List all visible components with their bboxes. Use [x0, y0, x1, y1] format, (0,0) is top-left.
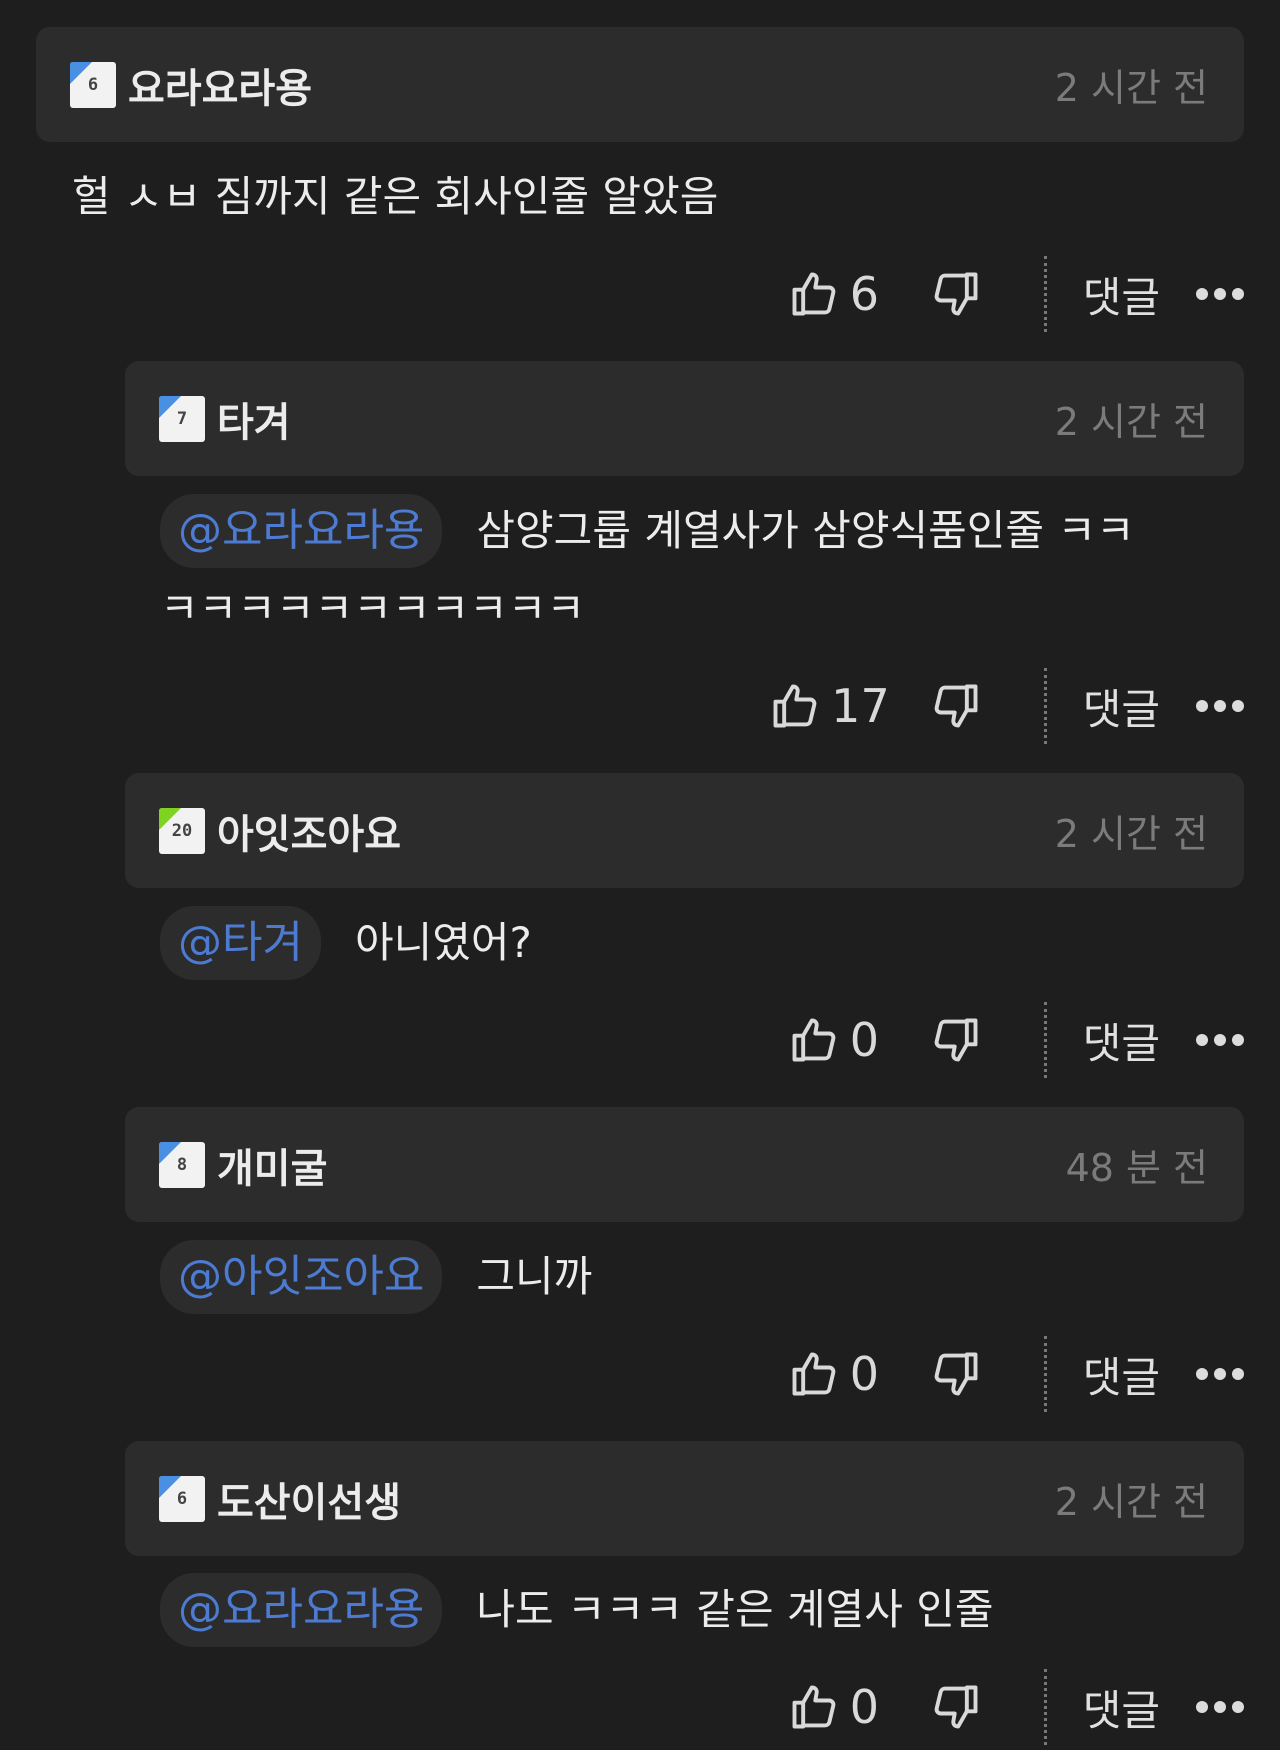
divider	[1043, 1669, 1047, 1745]
level-badge-icon: 6	[70, 61, 116, 108]
like-count: 0	[849, 1013, 879, 1067]
author-name[interactable]: 요라요라용	[128, 56, 312, 114]
like-count: 17	[831, 679, 890, 733]
divider	[1043, 1336, 1047, 1412]
reply-button[interactable]: 댓글	[1083, 1677, 1160, 1738]
thumbs-down-icon	[934, 272, 978, 316]
reply-text: @요라요라용 삼양그룹 계열사가 삼양식품인줄 ㅋㅋ	[160, 494, 1135, 568]
mention-chip[interactable]: @요라요라용	[160, 494, 443, 568]
comment-actions: 0 댓글	[788, 1336, 1244, 1412]
timestamp: 2 시간 전	[1054, 400, 1208, 444]
dislike-button[interactable]	[930, 1681, 982, 1733]
divider	[1043, 1002, 1047, 1078]
thumbs-up-icon	[792, 1352, 836, 1396]
like-count: 0	[849, 1680, 879, 1734]
timestamp: 2 시간 전	[1054, 66, 1208, 110]
thumbs-up-icon	[792, 1018, 836, 1062]
thumbs-down-icon	[934, 684, 978, 728]
more-options-icon[interactable]	[1196, 1034, 1244, 1046]
divider	[1043, 668, 1047, 744]
author-name[interactable]: 타겨	[217, 390, 291, 448]
reply-button[interactable]: 댓글	[1083, 264, 1160, 325]
thumbs-down-icon	[934, 1018, 978, 1062]
thumbs-down-icon	[934, 1352, 978, 1396]
reply-header: 7 타겨 2 시간 전	[125, 361, 1244, 476]
author-name[interactable]: 아잇조아요	[217, 802, 401, 860]
level-badge-icon: 6	[159, 1475, 205, 1522]
more-options-icon[interactable]	[1196, 1701, 1244, 1713]
reply-text: @요라요라용 나도 ㅋㅋㅋ 같은 계열사 인줄	[160, 1573, 994, 1647]
comment-actions: 0 댓글	[788, 1669, 1244, 1745]
more-options-icon[interactable]	[1196, 1368, 1244, 1380]
reply-text-continued: ㅋㅋㅋㅋㅋㅋㅋㅋㅋㅋㅋ	[160, 584, 586, 633]
author-name[interactable]: 개미굴	[217, 1136, 327, 1194]
like-count: 6	[849, 267, 879, 321]
reply-text: @타겨 아니였어?	[160, 906, 532, 980]
mention-chip[interactable]: @타겨	[160, 906, 321, 980]
dislike-button[interactable]	[930, 1014, 982, 1066]
mention-chip[interactable]: @아잇조아요	[160, 1240, 443, 1314]
dislike-button[interactable]	[930, 268, 982, 320]
dislike-button[interactable]	[930, 680, 982, 732]
thumbs-up-icon	[792, 1685, 836, 1729]
like-button[interactable]: 6	[788, 267, 890, 321]
dislike-button[interactable]	[930, 1348, 982, 1400]
timestamp: 2 시간 전	[1054, 812, 1208, 856]
reply-header: 6 도산이선생 2 시간 전	[125, 1441, 1244, 1556]
reply-text: @아잇조아요 그니까	[160, 1240, 592, 1314]
thumbs-up-icon	[792, 272, 836, 316]
reply-button[interactable]: 댓글	[1083, 676, 1160, 737]
thumbs-down-icon	[934, 1685, 978, 1729]
reply-button[interactable]: 댓글	[1083, 1344, 1160, 1405]
reply-button[interactable]: 댓글	[1083, 1010, 1160, 1071]
more-options-icon[interactable]	[1196, 288, 1244, 300]
like-button[interactable]: 0	[788, 1680, 890, 1734]
timestamp: 48 분 전	[1065, 1146, 1208, 1190]
like-button[interactable]: 17	[769, 679, 890, 733]
timestamp: 2 시간 전	[1054, 1480, 1208, 1524]
comment-actions: 6 댓글	[788, 256, 1244, 332]
comment-actions: 17 댓글	[769, 668, 1244, 744]
thumbs-up-icon	[773, 684, 817, 728]
like-count: 0	[849, 1347, 879, 1401]
level-badge-icon: 8	[159, 1141, 205, 1188]
more-options-icon[interactable]	[1196, 700, 1244, 712]
comment-text: 헐 ㅅㅂ 짐까지 같은 회사인줄 알았음	[72, 172, 719, 221]
mention-chip[interactable]: @요라요라용	[160, 1573, 443, 1647]
comment-header: 6 요라요라용 2 시간 전	[36, 27, 1244, 142]
reply-header: 20 아잇조아요 2 시간 전	[125, 773, 1244, 888]
level-badge-icon: 20	[159, 807, 205, 854]
reply-header: 8 개미굴 48 분 전	[125, 1107, 1244, 1222]
like-button[interactable]: 0	[788, 1347, 890, 1401]
divider	[1043, 256, 1047, 332]
like-button[interactable]: 0	[788, 1013, 890, 1067]
level-badge-icon: 7	[159, 395, 205, 442]
comment-actions: 0 댓글	[788, 1002, 1244, 1078]
author-name[interactable]: 도산이선생	[217, 1470, 401, 1528]
